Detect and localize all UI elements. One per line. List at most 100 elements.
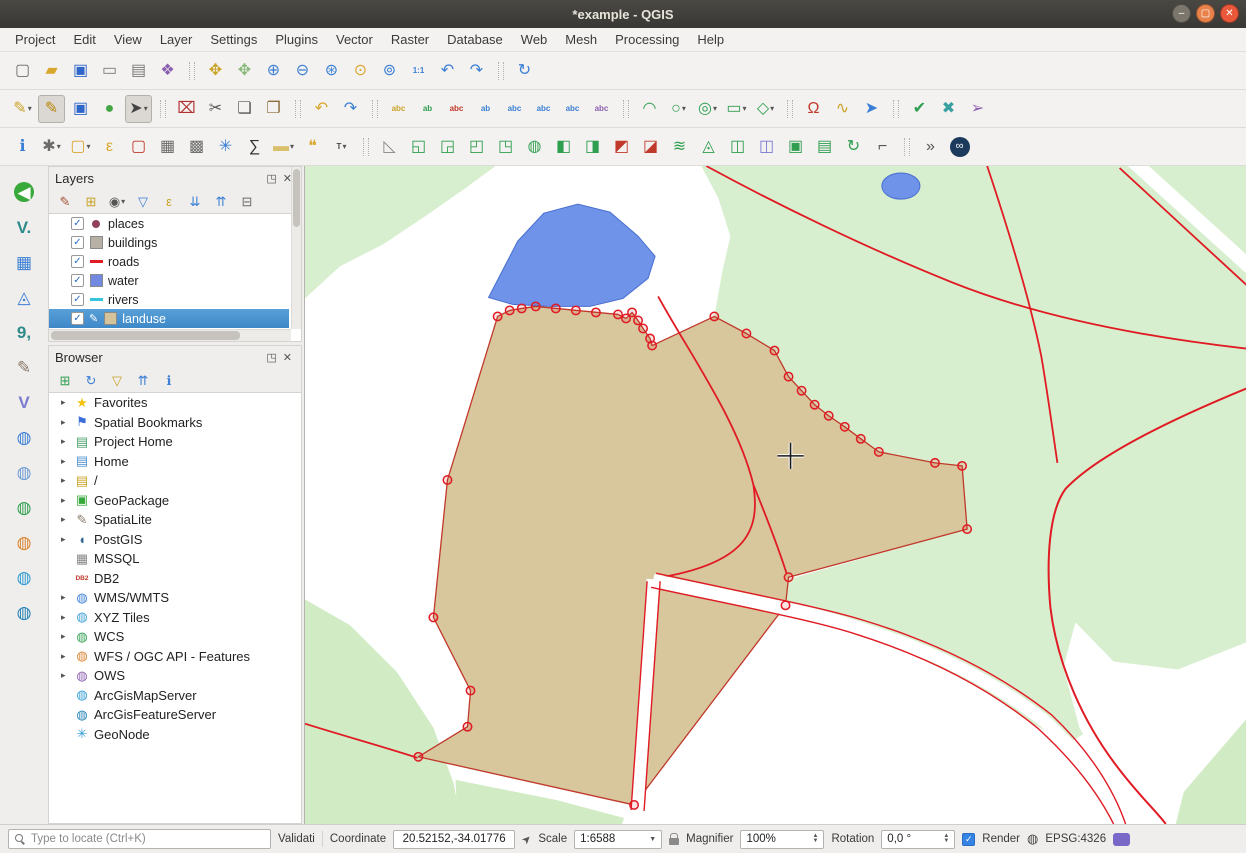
- change-label-properties[interactable]: abc: [559, 95, 586, 123]
- expand-arrow-icon[interactable]: [61, 534, 70, 545]
- add-circular-string[interactable]: ◠: [636, 95, 663, 123]
- scale-combobox[interactable]: 1:6588 ▼: [574, 830, 662, 849]
- scrollbar-thumb[interactable]: [51, 331, 240, 340]
- expand-arrow-icon[interactable]: [61, 592, 70, 603]
- layer-visibility-checkbox[interactable]: [71, 293, 84, 306]
- split-features[interactable]: ◫: [724, 133, 751, 161]
- add-circle[interactable]: ○: [665, 95, 692, 123]
- rotation-spinbox[interactable]: 0,0 ° ▲▼: [881, 830, 955, 849]
- delete-part[interactable]: ◪: [637, 133, 664, 161]
- messages-bubble-icon[interactable]: [1113, 833, 1130, 846]
- vertex-marker[interactable]: [857, 435, 865, 443]
- add-delimited-text-layer[interactable]: 9,: [9, 318, 39, 346]
- add-xyz-layer[interactable]: ◍: [9, 458, 39, 486]
- layer-row[interactable]: ✎ landuse: [49, 309, 289, 328]
- expand-arrow-icon[interactable]: [61, 436, 70, 447]
- layer-row[interactable]: ✎ buildings: [49, 233, 289, 252]
- toggle-editing[interactable]: ✎: [38, 95, 65, 123]
- redo[interactable]: ↷: [337, 95, 364, 123]
- show-hide-labels[interactable]: ab: [472, 95, 499, 123]
- vertex-marker[interactable]: [648, 341, 656, 349]
- crs-projection-icon[interactable]: [1027, 831, 1038, 847]
- coordinate-input[interactable]: 20.52152,-34.01776: [393, 830, 515, 849]
- xyz-tiles-item[interactable]: ◍ XYZ Tiles: [49, 608, 301, 628]
- open-project[interactable]: ▰: [38, 57, 65, 85]
- layer-visibility-checkbox[interactable]: [71, 236, 84, 249]
- spatial-bookmarks-item[interactable]: ⚑ Spatial Bookmarks: [49, 413, 301, 433]
- fill-ring[interactable]: ◨: [579, 133, 606, 161]
- vertex-marker[interactable]: [770, 346, 778, 354]
- vertex-marker[interactable]: [572, 306, 580, 314]
- paste-features[interactable]: ❐: [260, 95, 287, 123]
- menu-item[interactable]: Project: [6, 29, 64, 50]
- vertex-marker[interactable]: [781, 601, 789, 609]
- menu-item[interactable]: Help: [688, 29, 733, 50]
- close-panel-button[interactable]: ✕: [280, 351, 295, 364]
- float-panel-button[interactable]: ◳: [263, 172, 279, 185]
- menu-item[interactable]: Mesh: [556, 29, 606, 50]
- expand-arrow-icon[interactable]: [61, 631, 70, 642]
- vertex-marker[interactable]: [466, 686, 474, 694]
- add-selected-layers[interactable]: ⊞: [54, 369, 76, 391]
- add-raster-layer[interactable]: ▦: [9, 248, 39, 276]
- advanced-digitizing-tools[interactable]: ➢: [964, 95, 991, 123]
- tracing[interactable]: ∿: [829, 95, 856, 123]
- rotate-feature[interactable]: ◰: [463, 133, 490, 161]
- scrollbar-thumb[interactable]: [293, 169, 300, 227]
- add-wfs-layer[interactable]: ◍: [9, 528, 39, 556]
- refresh-map[interactable]: ↻: [511, 57, 538, 85]
- locate-input[interactable]: Type to locate (Ctrl+K): [8, 829, 271, 849]
- layer-visibility-checkbox[interactable]: [71, 217, 84, 230]
- vertex-marker[interactable]: [493, 312, 501, 320]
- statistical-summary[interactable]: ∑: [241, 133, 268, 161]
- expand-arrow-icon[interactable]: [61, 397, 70, 408]
- add-part[interactable]: ◧: [550, 133, 577, 161]
- vertex-marker[interactable]: [958, 462, 966, 470]
- zoom-full[interactable]: ⊛: [318, 57, 345, 85]
- lock-scale-icon[interactable]: [669, 838, 679, 845]
- vertex-marker[interactable]: [963, 525, 971, 533]
- vertex-marker[interactable]: [824, 412, 832, 420]
- new-project[interactable]: ▢: [9, 57, 36, 85]
- vertex-marker[interactable]: [742, 329, 750, 337]
- expand-arrow-icon[interactable]: [61, 612, 70, 623]
- add-wms-layer[interactable]: ◍: [9, 423, 39, 451]
- add-virtual-layer[interactable]: V: [9, 388, 39, 416]
- filter-legend-by-expression[interactable]: ε: [158, 190, 180, 212]
- wms-wmts-item[interactable]: ◍ WMS/WMTS: [49, 588, 301, 608]
- menu-item[interactable]: Web: [512, 29, 557, 50]
- vertex-marker[interactable]: [630, 801, 638, 809]
- menu-item[interactable]: Plugins: [266, 29, 327, 50]
- select-features[interactable]: ▢: [67, 133, 94, 161]
- vertex-marker[interactable]: [532, 302, 540, 310]
- arcgis-map-server-item[interactable]: ◍ ArcGisMapServer: [49, 686, 301, 706]
- layer-visibility-checkbox[interactable]: [71, 255, 84, 268]
- layer-labeling[interactable]: abc: [385, 95, 412, 123]
- manage-map-themes[interactable]: ◉: [106, 190, 128, 212]
- layer-row[interactable]: ✎ rivers: [49, 290, 289, 309]
- simplify-feature[interactable]: ◳: [492, 133, 519, 161]
- rotate-point-symbols[interactable]: ↻: [840, 133, 867, 161]
- zoom-in[interactable]: ⊕: [260, 57, 287, 85]
- merge-features[interactable]: ▣: [782, 133, 809, 161]
- vertex-marker[interactable]: [414, 753, 422, 761]
- delete-selected[interactable]: ⌧: [173, 95, 200, 123]
- collapse-all[interactable]: ⇈: [210, 190, 232, 212]
- run-feature-action[interactable]: ✱: [38, 133, 65, 161]
- text-annotation[interactable]: T: [328, 133, 355, 161]
- vertex-marker[interactable]: [429, 613, 437, 621]
- zoom-next[interactable]: ↷: [463, 57, 490, 85]
- add-polygon-feature[interactable]: ●: [96, 95, 123, 123]
- copy-features[interactable]: ❏: [231, 95, 258, 123]
- map-canvas[interactable]: [304, 166, 1246, 824]
- magnifier-spinbox[interactable]: 100% ▲▼: [740, 830, 824, 849]
- save-project[interactable]: ▣: [67, 57, 94, 85]
- show-data-source-manager[interactable]: ◀: [9, 178, 39, 206]
- layers-vertical-scrollbar[interactable]: [291, 167, 301, 329]
- expand-arrow-icon[interactable]: [61, 417, 70, 428]
- menu-item[interactable]: Layer: [151, 29, 202, 50]
- zoom-native[interactable]: 1:1: [405, 57, 432, 85]
- vertex-marker[interactable]: [875, 448, 883, 456]
- root-item[interactable]: ▤ /: [49, 471, 301, 491]
- add-spatialite-layer[interactable]: ✎: [9, 353, 39, 381]
